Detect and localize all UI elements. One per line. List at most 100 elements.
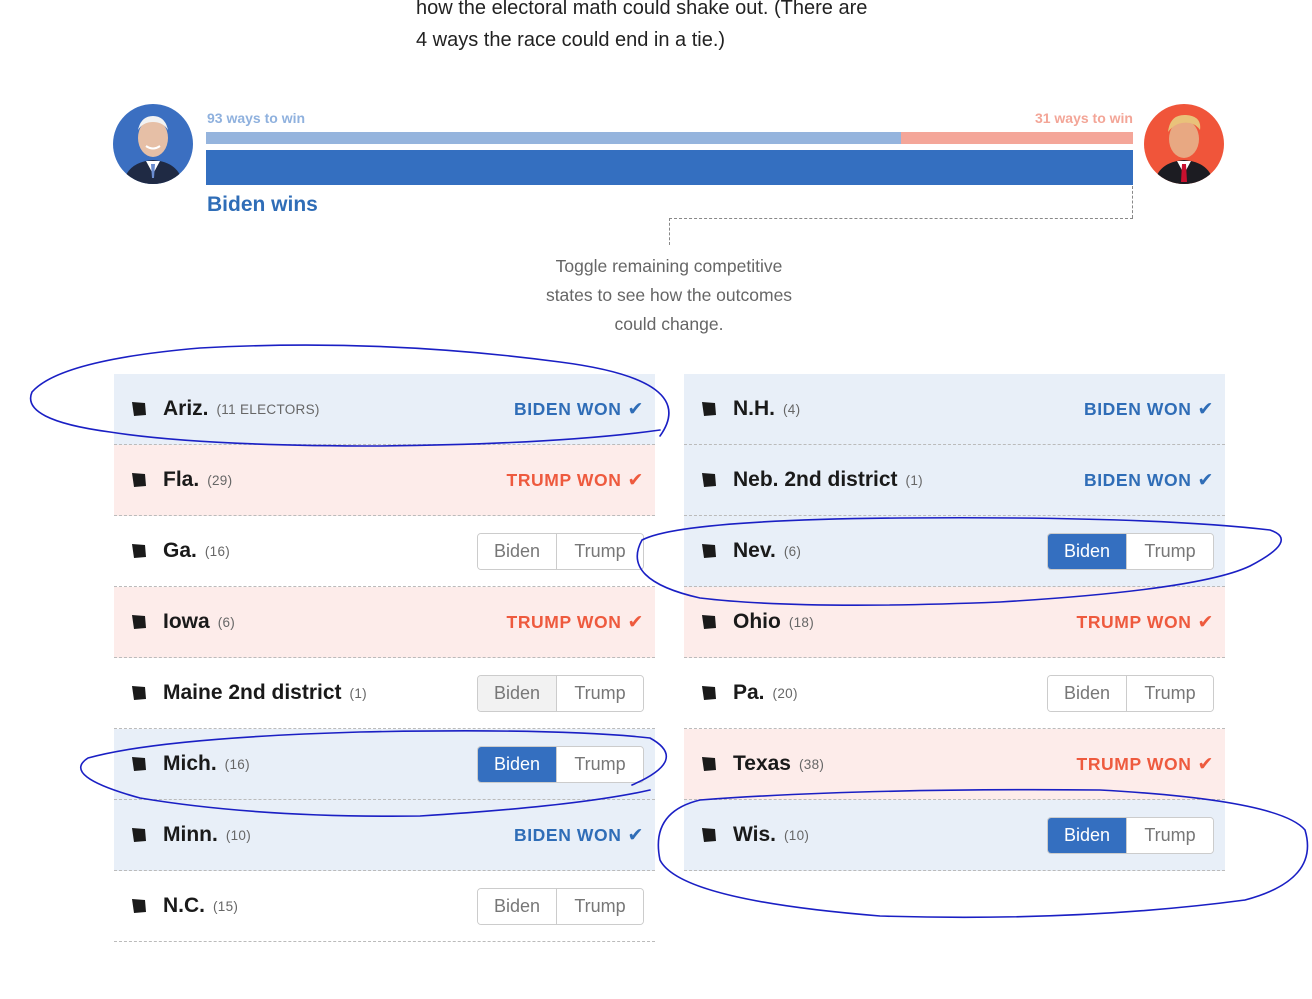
state-shape-icon	[699, 755, 719, 773]
state-row: N.C. (15) Biden Trump	[114, 871, 655, 942]
state-name: N.C.	[163, 894, 205, 917]
biden-ways-fill	[206, 132, 902, 144]
toggle-biden-button[interactable]: Biden	[1048, 675, 1127, 711]
connector-line	[1132, 186, 1133, 218]
state-toggle[interactable]: Biden Trump	[1047, 674, 1214, 712]
checkmark-icon: ✔	[627, 398, 644, 420]
state-electors: (18)	[788, 614, 815, 630]
toggle-trump-button[interactable]: Trump	[1127, 675, 1213, 711]
state-electors: (6)	[217, 614, 236, 630]
state-electors: (6)	[783, 543, 802, 559]
state-name: Minn.	[163, 823, 218, 846]
state-row: Ga. (16) Biden Trump	[114, 516, 655, 587]
state-electors: (15)	[213, 898, 239, 914]
state-name: Neb. 2nd district	[733, 468, 898, 491]
state-toggle[interactable]: Biden Trump	[477, 745, 644, 783]
state-name: Fla.	[163, 468, 200, 491]
toggle-biden-button[interactable]: Biden	[478, 533, 557, 569]
state-row: Ohio (18) TRUMP WON ✔	[684, 587, 1225, 658]
state-electors: (20)	[772, 685, 798, 701]
connector-line	[669, 218, 670, 245]
state-shape-icon	[129, 755, 149, 773]
toggle-trump-button[interactable]: Trump	[557, 888, 643, 924]
state-row: Iowa (6) TRUMP WON ✔	[114, 587, 655, 658]
toggle-note-line-1: Toggle remaining competitive	[555, 256, 783, 276]
state-row: Texas (38) TRUMP WON ✔	[684, 729, 1225, 800]
state-electors: (1)	[349, 685, 367, 701]
checkmark-icon: ✔	[627, 824, 644, 846]
state-shape-icon	[129, 684, 149, 702]
state-row: Minn. (10) BIDEN WON ✔	[114, 800, 655, 871]
intro-line-2: 4 ways the race could end in a tie.)	[416, 29, 726, 51]
state-row: Fla. (29) TRUMP WON ✔	[114, 445, 655, 516]
connector-line	[669, 218, 1133, 219]
state-name: Pa.	[733, 681, 765, 704]
trump-won-status: TRUMP WON ✔	[1077, 611, 1214, 634]
state-shape-icon	[129, 542, 149, 560]
state-electors: (16)	[224, 756, 250, 772]
trump-avatar	[1144, 104, 1224, 184]
toggle-trump-button[interactable]: Trump	[557, 675, 643, 711]
toggle-note-line-3: could change.	[614, 314, 724, 334]
status-label: BIDEN WON	[1083, 469, 1192, 490]
trump-won-status: TRUMP WON ✔	[1077, 753, 1214, 776]
checkmark-icon: ✔	[1197, 398, 1214, 420]
state-shape-icon	[699, 826, 719, 844]
state-shape-icon	[699, 400, 719, 418]
toggle-trump-button[interactable]: Trump	[1127, 533, 1213, 569]
state-name: Ariz.	[163, 397, 209, 420]
state-row: Wis. (10) Biden Trump	[684, 800, 1225, 871]
status-label: TRUMP WON	[506, 469, 622, 490]
checkmark-icon: ✔	[1197, 469, 1214, 491]
state-electors: (1)	[905, 472, 923, 488]
state-electors: (4)	[783, 401, 801, 417]
status-label: BIDEN WON	[513, 398, 622, 419]
state-row: Ariz. (11 ELECTORS) BIDEN WON ✔	[114, 374, 655, 445]
state-shape-icon	[129, 471, 149, 489]
state-name: Maine 2nd district	[163, 681, 342, 704]
state-shape-icon	[129, 613, 149, 631]
state-name: Wis.	[733, 823, 776, 846]
state-toggle[interactable]: Biden Trump	[477, 674, 644, 712]
state-toggle[interactable]: Biden Trump	[1047, 532, 1214, 570]
biden-ways-to-win: 93 ways to win	[207, 110, 306, 126]
state-toggle[interactable]: Biden Trump	[477, 887, 644, 925]
result-label: Biden wins	[207, 193, 318, 216]
state-name: Nev.	[733, 539, 776, 562]
intro-text: how the electoral math could shake out. …	[416, 0, 936, 56]
trump-ways-to-win: 31 ways to win	[1034, 110, 1133, 126]
biden-won-status: BIDEN WON ✔	[514, 824, 644, 847]
state-name: Ohio	[733, 610, 781, 633]
biden-won-status: BIDEN WON ✔	[1084, 469, 1214, 492]
toggle-biden-button[interactable]: Biden	[1048, 533, 1127, 569]
state-name: Ga.	[163, 539, 197, 562]
state-toggle[interactable]: Biden Trump	[1047, 816, 1214, 854]
state-shape-icon	[699, 684, 719, 702]
toggle-trump-button[interactable]: Trump	[1127, 817, 1213, 853]
states-right-column: N.H. (4) BIDEN WON ✔ Neb. 2nd district (1) BID…	[684, 374, 1225, 871]
state-name: Texas	[733, 752, 791, 775]
status-label: TRUMP WON	[1076, 611, 1192, 632]
toggle-biden-button[interactable]: Biden	[478, 675, 557, 711]
toggle-biden-button[interactable]: Biden	[1048, 817, 1127, 853]
state-row: Nev. (6) Biden Trump	[684, 516, 1225, 587]
state-shape-icon	[129, 897, 149, 915]
trump-won-status: TRUMP WON ✔	[507, 611, 644, 634]
state-shape-icon	[699, 471, 719, 489]
toggle-trump-button[interactable]: Trump	[557, 533, 643, 569]
checkmark-icon: ✔	[1197, 753, 1214, 775]
state-name: N.H.	[733, 397, 775, 420]
biden-won-status: BIDEN WON ✔	[1084, 398, 1214, 421]
status-label: TRUMP WON	[506, 611, 622, 632]
status-label: BIDEN WON	[513, 824, 622, 845]
state-shape-icon	[129, 400, 149, 418]
checkmark-icon: ✔	[627, 611, 644, 633]
state-toggle[interactable]: Biden Trump	[477, 532, 644, 570]
state-row: Maine 2nd district (1) Biden Trump	[114, 658, 655, 729]
toggle-trump-button[interactable]: Trump	[557, 746, 643, 782]
state-row: Pa. (20) Biden Trump	[684, 658, 1225, 729]
toggle-biden-button[interactable]: Biden	[478, 888, 557, 924]
state-shape-icon	[699, 542, 719, 560]
biden-won-status: BIDEN WON ✔	[514, 398, 644, 421]
toggle-biden-button[interactable]: Biden	[478, 746, 557, 782]
